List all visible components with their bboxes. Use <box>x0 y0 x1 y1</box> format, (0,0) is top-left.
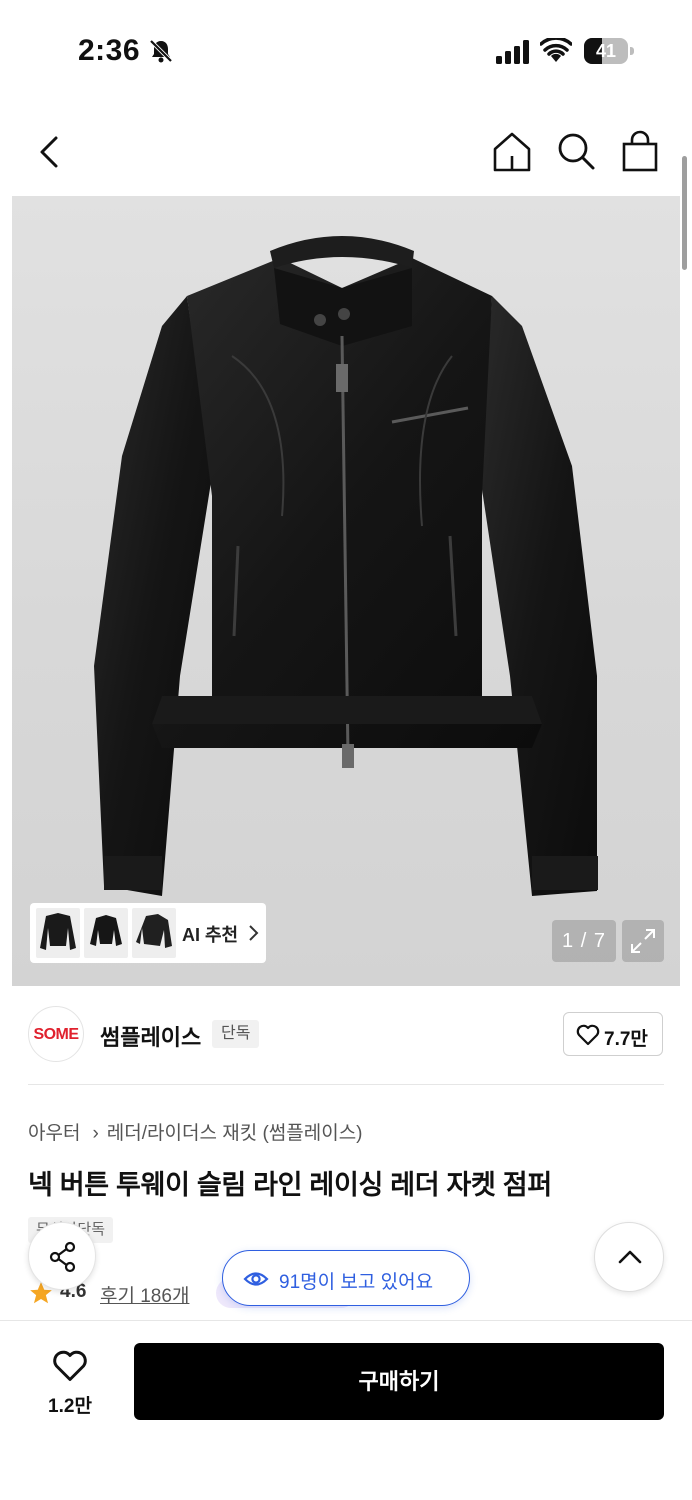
expand-icon <box>631 929 655 953</box>
product-image <box>94 236 598 896</box>
share-icon <box>49 1241 76 1273</box>
top-navigation <box>0 110 692 190</box>
brand-like-button[interactable]: 7.7만 <box>563 1012 663 1056</box>
cellular-signal-icon <box>496 40 529 64</box>
status-bar: 2:36 41 <box>0 0 692 100</box>
brand-like-count: 7.7만 <box>604 1029 648 1050</box>
thumbnail-2[interactable] <box>84 908 128 958</box>
viewers-text: 91명이 보고 있어요 <box>279 1272 434 1293</box>
product-title: 넥 버튼 투웨이 슬림 라인 레이싱 레더 자켓 점퍼 <box>28 1170 552 1200</box>
bottom-action-bar: 1.2만 구매하기 <box>0 1320 692 1500</box>
scroll-to-top-button[interactable] <box>594 1222 664 1292</box>
buy-button[interactable]: 구매하기 <box>134 1343 664 1420</box>
brand-name[interactable]: 썸플레이스 <box>100 1020 201 1052</box>
divider <box>28 1084 664 1085</box>
chevron-up-icon <box>618 1250 642 1264</box>
expand-button[interactable] <box>622 920 664 962</box>
bell-off-icon <box>149 39 173 63</box>
shopping-bag-icon[interactable] <box>618 130 662 174</box>
exclusive-tag: 단독 <box>212 1020 260 1048</box>
heart-icon <box>53 1350 87 1381</box>
share-button[interactable] <box>28 1222 96 1290</box>
scrollbar-thumb[interactable] <box>682 156 687 270</box>
wishlist-button[interactable]: 1.2만 <box>28 1345 112 1425</box>
breadcrumb-category[interactable]: 아우터 <box>28 1123 80 1144</box>
product-image-gallery[interactable]: AI 추천 1 / 7 <box>12 196 680 986</box>
home-icon[interactable] <box>490 130 534 174</box>
breadcrumb: 아우터 › 레더/라이더스 재킷 (썸플레이스) <box>28 1118 363 1145</box>
status-time: 2:36 <box>78 34 141 67</box>
battery-indicator: 41 <box>584 38 634 64</box>
chevron-right-icon: › <box>92 1123 99 1144</box>
heart-icon <box>576 1024 600 1046</box>
thumbnail-3[interactable] <box>132 908 176 958</box>
ai-recommend-label[interactable]: AI 추천 <box>182 921 238 947</box>
review-count-link[interactable]: 후기 186개 <box>100 1281 189 1308</box>
wifi-icon <box>540 38 572 62</box>
battery-percent: 41 <box>595 41 617 61</box>
ai-recommend-strip[interactable]: AI 추천 <box>30 903 266 963</box>
search-icon[interactable] <box>554 130 598 174</box>
breadcrumb-subcategory[interactable]: 레더/라이더스 재킷 (썸플레이스) <box>107 1123 363 1144</box>
chevron-left-icon[interactable] <box>28 130 72 174</box>
thumbnail-1[interactable] <box>36 908 80 958</box>
chevron-right-icon <box>249 925 259 941</box>
wishlist-count: 1.2만 <box>48 1396 92 1417</box>
brand-logo[interactable]: SOME <box>28 1006 84 1062</box>
viewers-toast: 91명이 보고 있어요 <box>222 1250 470 1306</box>
eye-icon <box>243 1272 269 1286</box>
image-counter: 1 / 7 <box>552 920 616 962</box>
